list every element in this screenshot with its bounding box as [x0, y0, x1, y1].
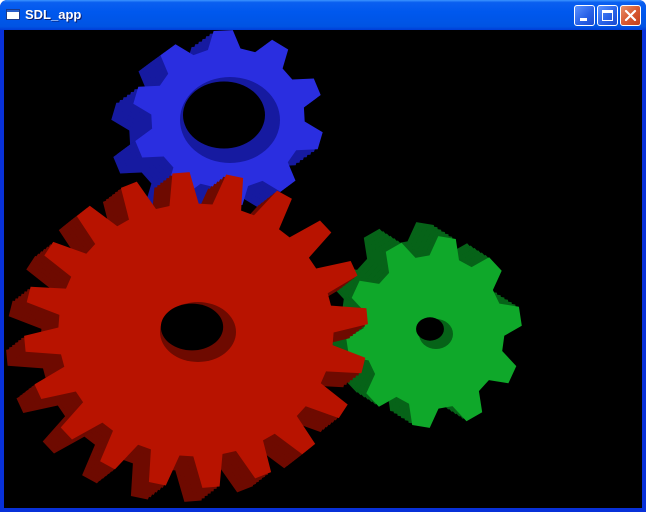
gear-blue-bore [183, 81, 265, 149]
maximize-button[interactable] [597, 5, 618, 26]
close-icon [624, 9, 637, 22]
window-icon[interactable] [6, 9, 20, 20]
sdl-app-window: SDL_app [0, 0, 646, 512]
gears-scene [6, 30, 522, 502]
close-button[interactable] [620, 5, 641, 26]
render-canvas[interactable] [4, 30, 642, 508]
gear-green-bore [416, 317, 444, 341]
minimize-button[interactable] [574, 5, 595, 26]
gear-red-bore [160, 303, 224, 351]
maximize-icon [602, 10, 613, 21]
window-title: SDL_app [25, 7, 82, 22]
gear-red [6, 172, 368, 502]
title-bar[interactable]: SDL_app [0, 0, 646, 30]
minimize-icon [580, 18, 587, 21]
